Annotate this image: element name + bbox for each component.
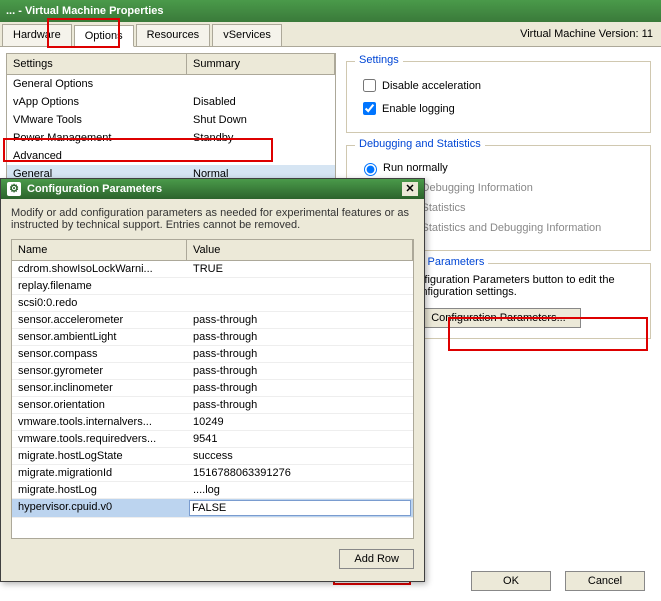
options-row-name: vApp Options	[7, 93, 187, 111]
tab-hardware[interactable]: Hardware	[2, 24, 72, 46]
settings-legend: Settings	[355, 54, 403, 66]
param-row[interactable]: sensor.inclinometerpass-through	[12, 380, 413, 397]
param-row[interactable]: hypervisor.cpuid.v0	[12, 499, 413, 518]
dialog-description: Modify or add configuration parameters a…	[11, 207, 414, 231]
param-row-name: sensor.gyrometer	[12, 363, 187, 379]
param-row[interactable]: replay.filename	[12, 278, 413, 295]
param-row-value	[187, 278, 413, 294]
param-row-name: sensor.inclinometer	[12, 380, 187, 396]
vm-version-label: Virtual Machine Version: 11	[514, 24, 659, 46]
options-row-name: Advanced	[7, 147, 187, 165]
param-row[interactable]: sensor.ambientLightpass-through	[12, 329, 413, 346]
tab-resources[interactable]: Resources	[136, 24, 211, 46]
options-row-name: VMware Tools	[7, 111, 187, 129]
param-row-name: sensor.accelerometer	[12, 312, 187, 328]
tab-bar: Hardware Options Resources vServices Vir…	[0, 22, 661, 47]
disable-acceleration-checkbox[interactable]	[363, 79, 376, 92]
dialog-icon: ⚙	[7, 182, 21, 196]
enable-logging-checkbox[interactable]	[363, 102, 376, 115]
param-row-name: vmware.tools.internalvers...	[12, 414, 187, 430]
options-row[interactable]: General Options	[7, 75, 335, 93]
param-row[interactable]: sensor.gyrometerpass-through	[12, 363, 413, 380]
options-row-summary: Disabled	[187, 93, 335, 111]
enable-logging-label: Enable logging	[382, 103, 455, 115]
dialog-titlebar[interactable]: ⚙ Configuration Parameters ✕	[1, 179, 424, 199]
tab-options[interactable]: Options	[74, 25, 134, 47]
options-col-summary[interactable]: Summary	[187, 54, 335, 74]
param-row-value: success	[187, 448, 413, 464]
param-col-value[interactable]: Value	[187, 240, 413, 260]
options-row-summary	[187, 75, 335, 93]
param-row-value: pass-through	[187, 329, 413, 345]
configuration-parameters-button[interactable]: Configuration Parameters...	[416, 308, 581, 328]
param-row-value: ....log	[187, 482, 413, 498]
add-row-button[interactable]: Add Row	[339, 549, 414, 569]
param-row-name: sensor.ambientLight	[12, 329, 187, 345]
options-row-summary: Shut Down	[187, 111, 335, 129]
options-row-summary: Standby	[187, 129, 335, 147]
param-row-value	[187, 295, 413, 311]
options-row[interactable]: Advanced	[7, 147, 335, 165]
param-row-name: vmware.tools.requiredvers...	[12, 431, 187, 447]
param-row-value: pass-through	[187, 397, 413, 413]
param-row-name: replay.filename	[12, 278, 187, 294]
window-titlebar: ... - Virtual Machine Properties	[0, 0, 661, 22]
param-value-input[interactable]	[189, 500, 411, 516]
param-row-value: pass-through	[187, 380, 413, 396]
param-row-value	[187, 499, 413, 517]
disable-acceleration-label: Disable acceleration	[382, 80, 481, 92]
param-row[interactable]: scsi0:0.redo	[12, 295, 413, 312]
param-row-value: 9541	[187, 431, 413, 447]
run-normally-radio[interactable]	[364, 163, 377, 176]
param-row[interactable]: sensor.accelerometerpass-through	[12, 312, 413, 329]
options-row[interactable]: VMware ToolsShut Down	[7, 111, 335, 129]
options-col-settings[interactable]: Settings	[7, 54, 187, 74]
param-row-name: migrate.hostLog	[12, 482, 187, 498]
options-row-name: General Options	[7, 75, 187, 93]
param-row[interactable]: sensor.compasspass-through	[12, 346, 413, 363]
options-row-name: Power Management	[7, 129, 187, 147]
param-row[interactable]: vmware.tools.requiredvers...9541	[12, 431, 413, 448]
dialog-title: Configuration Parameters	[27, 183, 162, 195]
options-row[interactable]: Power ManagementStandby	[7, 129, 335, 147]
param-row-value: 1516788063391276	[187, 465, 413, 481]
tab-vservices[interactable]: vServices	[212, 24, 282, 46]
param-col-name[interactable]: Name	[12, 240, 187, 260]
config-params-dialog: ⚙ Configuration Parameters ✕ Modify or a…	[0, 178, 425, 582]
param-row-value: pass-through	[187, 312, 413, 328]
options-row[interactable]: vApp OptionsDisabled	[7, 93, 335, 111]
param-row[interactable]: sensor.orientationpass-through	[12, 397, 413, 414]
param-row[interactable]: migrate.hostLogStatesuccess	[12, 448, 413, 465]
param-row-name: sensor.orientation	[12, 397, 187, 413]
debug-legend: Debugging and Statistics	[355, 138, 485, 150]
close-icon[interactable]: ✕	[402, 182, 418, 196]
options-row-summary	[187, 147, 335, 165]
settings-group: Settings Disable acceleration Enable log…	[346, 61, 651, 133]
param-row-value: TRUE	[187, 261, 413, 277]
param-row[interactable]: cdrom.showIsoLockWarni...TRUE	[12, 261, 413, 278]
window-title: ... - Virtual Machine Properties	[6, 5, 164, 17]
cancel-button[interactable]: Cancel	[565, 571, 645, 591]
run-normally-label: Run normally	[383, 162, 448, 174]
param-row-name: cdrom.showIsoLockWarni...	[12, 261, 187, 277]
param-row[interactable]: vmware.tools.internalvers...10249	[12, 414, 413, 431]
param-table: Name Value cdrom.showIsoLockWarni...TRUE…	[11, 239, 414, 539]
param-row[interactable]: migrate.hostLog....log	[12, 482, 413, 499]
param-row[interactable]: migrate.migrationId1516788063391276	[12, 465, 413, 482]
param-row-name: sensor.compass	[12, 346, 187, 362]
param-row-value: 10249	[187, 414, 413, 430]
ok-button[interactable]: OK	[471, 571, 551, 591]
param-row-value: pass-through	[187, 346, 413, 362]
param-row-name: scsi0:0.redo	[12, 295, 187, 311]
param-row-name: migrate.hostLogState	[12, 448, 187, 464]
param-row-value: pass-through	[187, 363, 413, 379]
param-row-name: migrate.migrationId	[12, 465, 187, 481]
param-row-name: hypervisor.cpuid.v0	[12, 499, 187, 517]
